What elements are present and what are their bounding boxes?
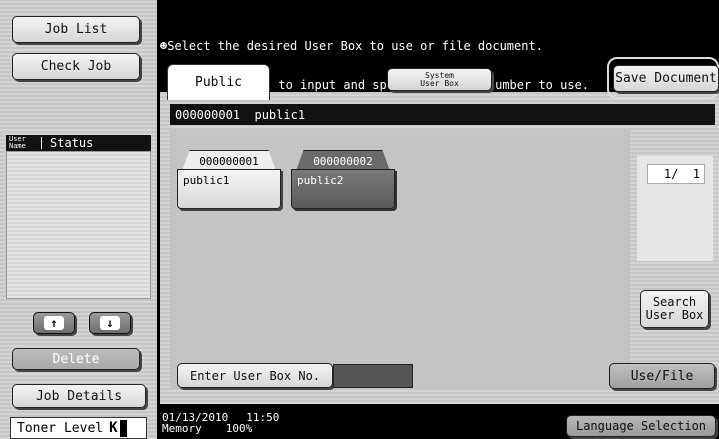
job-table[interactable] — [6, 151, 151, 299]
box-1-number-tab: 000000001 — [182, 150, 276, 171]
memory-value: 100% — [225, 422, 253, 435]
job-details-button[interactable]: Job Details — [12, 384, 146, 408]
box-2-number-tab: 000000002 — [296, 150, 390, 171]
toner-bar-icon — [119, 419, 127, 437]
user-name-column: User Name — [9, 135, 26, 150]
job-list-button[interactable]: Job List — [12, 16, 140, 43]
page-indicator: 1/ 1 — [647, 164, 705, 184]
search-user-box-button[interactable]: Search User Box — [640, 290, 709, 328]
save-document-button[interactable]: Save Document — [613, 65, 719, 92]
scroll-down-button[interactable]: ↓ — [89, 312, 131, 334]
user-box-search-label: User Box — [645, 308, 704, 322]
footer-status: 01/13/2010 11:50 Memory 100% — [162, 412, 362, 438]
box-1-body: public1 — [177, 169, 281, 209]
user-box-1[interactable]: 000000001 public1 — [177, 150, 283, 210]
language-selection-button[interactable]: Language Selection — [566, 415, 716, 437]
up-arrow-icon: ↑ — [44, 316, 64, 330]
toner-color: K — [109, 420, 118, 436]
enter-user-box-no-button[interactable]: Enter User Box No. — [177, 363, 333, 388]
selected-box-bar: 000000001 public1 — [170, 104, 715, 125]
status-column: Status — [50, 136, 94, 150]
delete-button[interactable]: Delete — [12, 348, 140, 370]
box-2-body: public2 — [291, 169, 395, 209]
user-box-label: User Box — [420, 78, 459, 88]
toner-level: Toner Level K — [10, 417, 147, 439]
job-table-header: User Name Status — [6, 135, 151, 151]
down-arrow-icon: ↓ — [100, 316, 120, 330]
user-box-number-field[interactable] — [333, 364, 413, 388]
divider — [41, 137, 42, 149]
tab-system-user-box[interactable]: System User Box — [387, 68, 492, 91]
scroll-up-button[interactable]: ↑ — [33, 312, 75, 334]
toner-label: Toner Level — [17, 420, 104, 436]
tab-public[interactable]: Public — [167, 64, 270, 100]
use-file-button[interactable]: Use/File — [609, 363, 715, 389]
user-box-2[interactable]: 000000002 public2 — [291, 150, 397, 210]
memory-label: Memory — [162, 422, 202, 435]
check-job-button[interactable]: Check Job — [12, 53, 140, 80]
